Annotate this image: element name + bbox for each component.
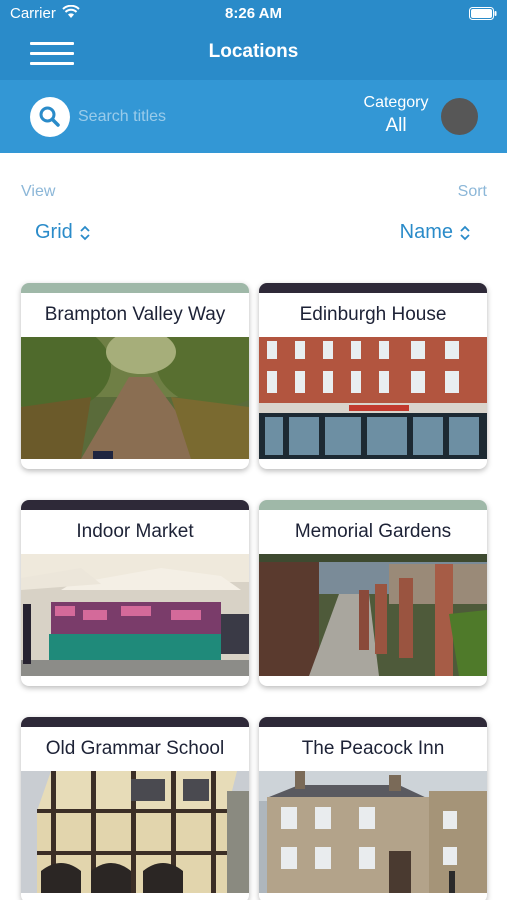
card-title: Indoor Market <box>76 521 194 542</box>
category-label: Category <box>363 94 429 111</box>
card-stripe <box>259 283 487 293</box>
search-bar: Category All <box>0 80 507 153</box>
card-stripe <box>21 717 249 727</box>
card-title: Old Grammar School <box>45 738 225 759</box>
chevron-up-down-icon <box>460 225 470 240</box>
view-selector[interactable]: Grid <box>35 221 91 244</box>
category-toggle-button[interactable] <box>441 98 478 135</box>
card-title: Edinburgh House <box>299 304 447 325</box>
card-title: The Peacock Inn <box>301 738 445 759</box>
location-card[interactable]: The Peacock Inn <box>259 717 487 900</box>
card-image-school <box>21 771 249 893</box>
sort-label: Sort <box>457 183 487 200</box>
card-image-garden <box>259 554 487 676</box>
card-title: Memorial Gardens <box>294 521 452 542</box>
page-title: Locations <box>208 41 299 62</box>
status-bar: Carrier 8:26 AM <box>0 0 507 28</box>
card-image-inn <box>259 771 487 893</box>
card-image-building <box>259 337 487 459</box>
card-stripe <box>21 500 249 510</box>
chevron-up-down-icon <box>80 225 90 240</box>
card-stripe <box>21 283 249 293</box>
view-value: Grid <box>35 221 73 243</box>
clock: 8:26 AM <box>225 5 282 22</box>
location-card[interactable]: Memorial Gardens <box>259 500 487 686</box>
sort-value: Name <box>399 221 453 243</box>
card-stripe <box>259 717 487 727</box>
location-card[interactable]: Indoor Market <box>21 500 249 686</box>
location-card[interactable]: Old Grammar School <box>21 717 249 900</box>
location-card[interactable]: Brampton Valley Way <box>21 283 249 469</box>
sort-selector[interactable]: Name <box>400 221 471 244</box>
card-image-market <box>21 554 249 676</box>
category-selector[interactable]: Category All <box>350 94 442 137</box>
location-card[interactable]: Edinburgh House <box>259 283 487 469</box>
view-label: View <box>21 183 56 200</box>
card-image-path <box>21 337 249 459</box>
search-input[interactable] <box>78 102 328 132</box>
battery-icon <box>469 7 497 20</box>
card-stripe <box>259 500 487 510</box>
search-icon[interactable] <box>30 97 70 137</box>
nav-bar: Locations <box>0 28 507 80</box>
category-value: All <box>385 115 407 136</box>
card-title: Brampton Valley Way <box>44 304 226 325</box>
